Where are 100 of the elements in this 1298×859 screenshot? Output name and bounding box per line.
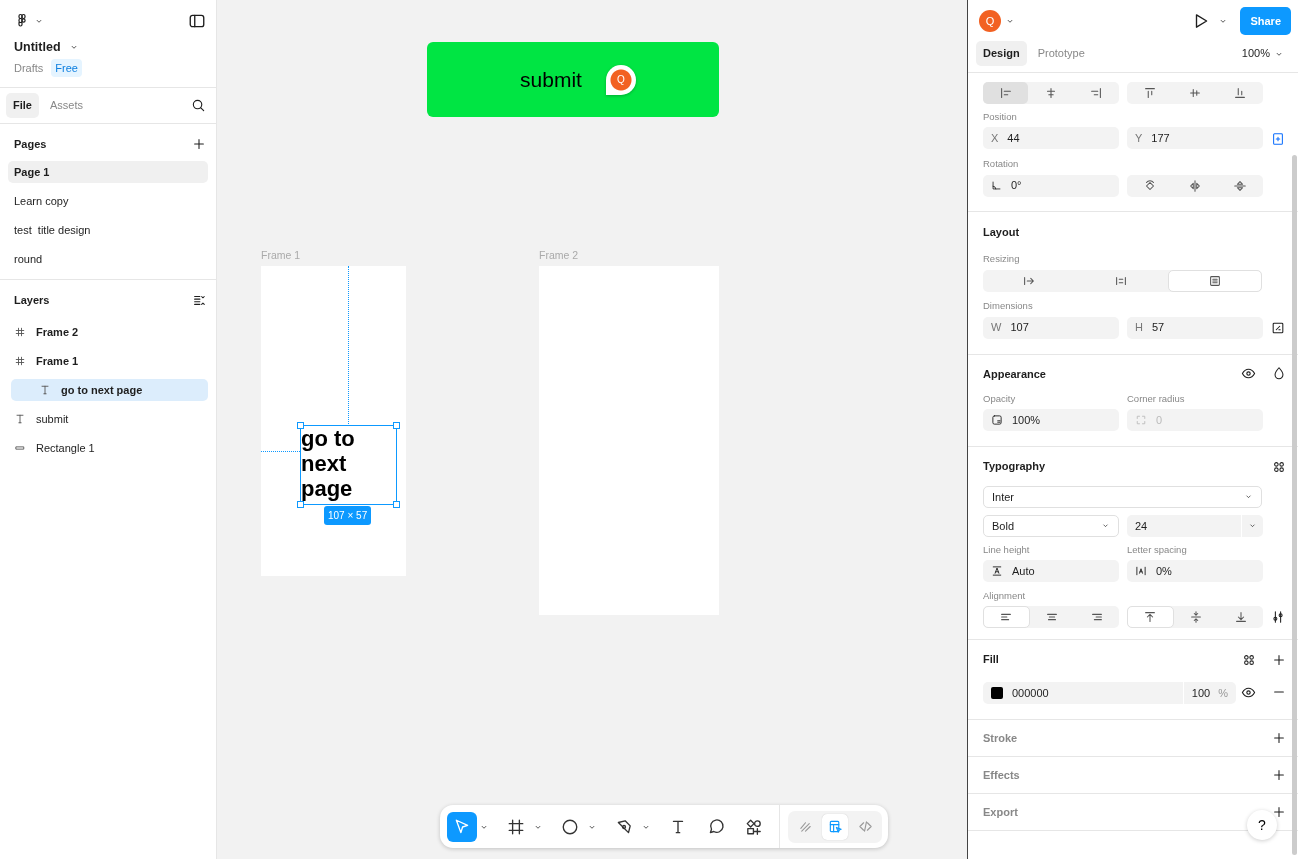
sliders-icon[interactable] [1271, 610, 1285, 625]
align-top-icon [1142, 86, 1157, 100]
list-icon[interactable] [192, 293, 206, 307]
plus-icon[interactable] [1272, 767, 1286, 782]
flip-horizontal-icon [1188, 178, 1202, 193]
layer-item[interactable]: Frame 1 [8, 350, 208, 372]
opacity-field[interactable]: 100% [983, 409, 1119, 432]
y-field[interactable]: Y 177 [1127, 127, 1263, 150]
layer-item[interactable]: submit [8, 408, 208, 430]
section-title: Layout [983, 225, 1020, 238]
field-label: Resizing [983, 253, 1020, 264]
field-label: Opacity [983, 392, 1017, 406]
plus-icon[interactable] [1272, 652, 1286, 667]
section-title: Appearance [983, 366, 1046, 382]
page-item[interactable]: Learn copy [8, 190, 208, 212]
panel-tab[interactable]: Design [976, 41, 1027, 66]
section-title: Layers [14, 292, 50, 308]
line-height-icon [991, 565, 1003, 577]
section-title[interactable]: Effects [983, 766, 1020, 783]
line-height-field[interactable]: Auto [983, 560, 1119, 582]
field-label: Letter spacing [1127, 542, 1188, 557]
resize-handle[interactable] [297, 422, 304, 429]
field-label: Rotation [983, 158, 1019, 170]
resize-handle[interactable] [297, 501, 304, 508]
color-swatch[interactable] [991, 686, 1003, 699]
field-label: Corner radius [1127, 392, 1186, 406]
shape-text: submit [520, 66, 582, 93]
plus-icon[interactable] [1272, 804, 1286, 819]
speech-bubble-icon [707, 817, 725, 836]
hash-icon [14, 355, 26, 367]
section-title[interactable]: Stroke [983, 729, 1018, 746]
toggle-button[interactable] [1167, 270, 1262, 293]
arrow-up-icon [1143, 610, 1158, 625]
panel-tab[interactable]: Prototype [1030, 41, 1092, 66]
font-dropdown[interactable]: Inter [983, 485, 1262, 508]
width-field[interactable]: W 107 [983, 316, 1119, 339]
plan-badge: Free [51, 58, 82, 78]
layout-cursor-icon [827, 819, 843, 834]
vertical-center-icon [1189, 610, 1203, 625]
page-item[interactable]: Page 1 [8, 161, 208, 183]
code-icon [857, 819, 873, 834]
field-label: Position [983, 111, 1017, 122]
flip-vertical-icon [1233, 178, 1248, 193]
panel-tab[interactable]: Assets [42, 93, 90, 118]
rotation-field[interactable]: 0° [983, 174, 1119, 197]
page-item[interactable]: test title design [8, 219, 208, 241]
x-field[interactable]: X 44 [983, 127, 1119, 150]
resize-handle[interactable] [393, 501, 400, 508]
drop-icon[interactable] [1272, 366, 1286, 381]
search-icon[interactable] [191, 98, 206, 113]
align-bottom-icon [1233, 86, 1248, 100]
section-title: Typography [983, 459, 1046, 475]
align-right-icon [1089, 86, 1104, 100]
resize-icon[interactable] [1271, 320, 1285, 335]
toggle-button[interactable] [983, 606, 1030, 629]
collaborator-avatar: Q [605, 64, 636, 95]
angle-icon [991, 180, 1002, 191]
letter-spacing-field[interactable]: 0% [1127, 560, 1263, 582]
plus-icon[interactable] [192, 137, 206, 151]
help-button[interactable]: ? [1247, 810, 1277, 840]
four-dots-icon[interactable] [1242, 652, 1256, 667]
resize-handle[interactable] [393, 422, 400, 429]
height-field[interactable]: H 57 [1127, 316, 1263, 339]
four-dots-icon[interactable] [1272, 459, 1286, 474]
location-text[interactable]: Drafts [14, 59, 44, 77]
field-label: Alignment [983, 590, 1026, 601]
align-left-icon [998, 86, 1013, 100]
shapes-icon [745, 817, 763, 836]
toggle-button[interactable] [1127, 606, 1174, 629]
section-title: Pages [14, 136, 47, 152]
pencil-icon [797, 819, 813, 834]
circle-icon [561, 817, 579, 836]
selection-box[interactable]: go to next page [300, 425, 397, 505]
text-icon [39, 384, 51, 396]
layer-item[interactable]: Frame 2 [8, 321, 208, 343]
toggle-button[interactable] [983, 82, 1029, 104]
fill-field[interactable]: 000000 100 % [983, 681, 1236, 704]
align-center-icon [1044, 86, 1058, 100]
align-middle-icon [1188, 86, 1202, 100]
text-block-icon [1207, 274, 1222, 289]
size-field[interactable]: 24 [1127, 514, 1263, 537]
canvas-text: go to next page [301, 426, 356, 501]
section-title[interactable]: Export [983, 803, 1018, 820]
field-label: Line height [983, 542, 1031, 557]
pen-icon [615, 817, 633, 836]
file-name[interactable]: Untitled [14, 38, 61, 57]
arrow-down-icon [1233, 610, 1248, 625]
layer-item[interactable]: Rectangle 1 [8, 437, 208, 459]
cursor-icon [453, 817, 471, 836]
opacity-icon [991, 414, 1003, 427]
sidebar-icon[interactable] [188, 12, 206, 30]
zoom-level[interactable]: 100% [1241, 45, 1270, 62]
layer-item[interactable]: go to next page [11, 379, 208, 401]
mode-button[interactable] [822, 813, 848, 840]
plus-icon[interactable] [1272, 730, 1286, 745]
panel-tab[interactable]: File [6, 93, 39, 118]
page-item[interactable]: round [8, 248, 208, 270]
corner-icon [1135, 414, 1147, 427]
weight-dropdown[interactable]: Bold [983, 514, 1119, 537]
constraint-icon[interactable] [1271, 132, 1285, 147]
